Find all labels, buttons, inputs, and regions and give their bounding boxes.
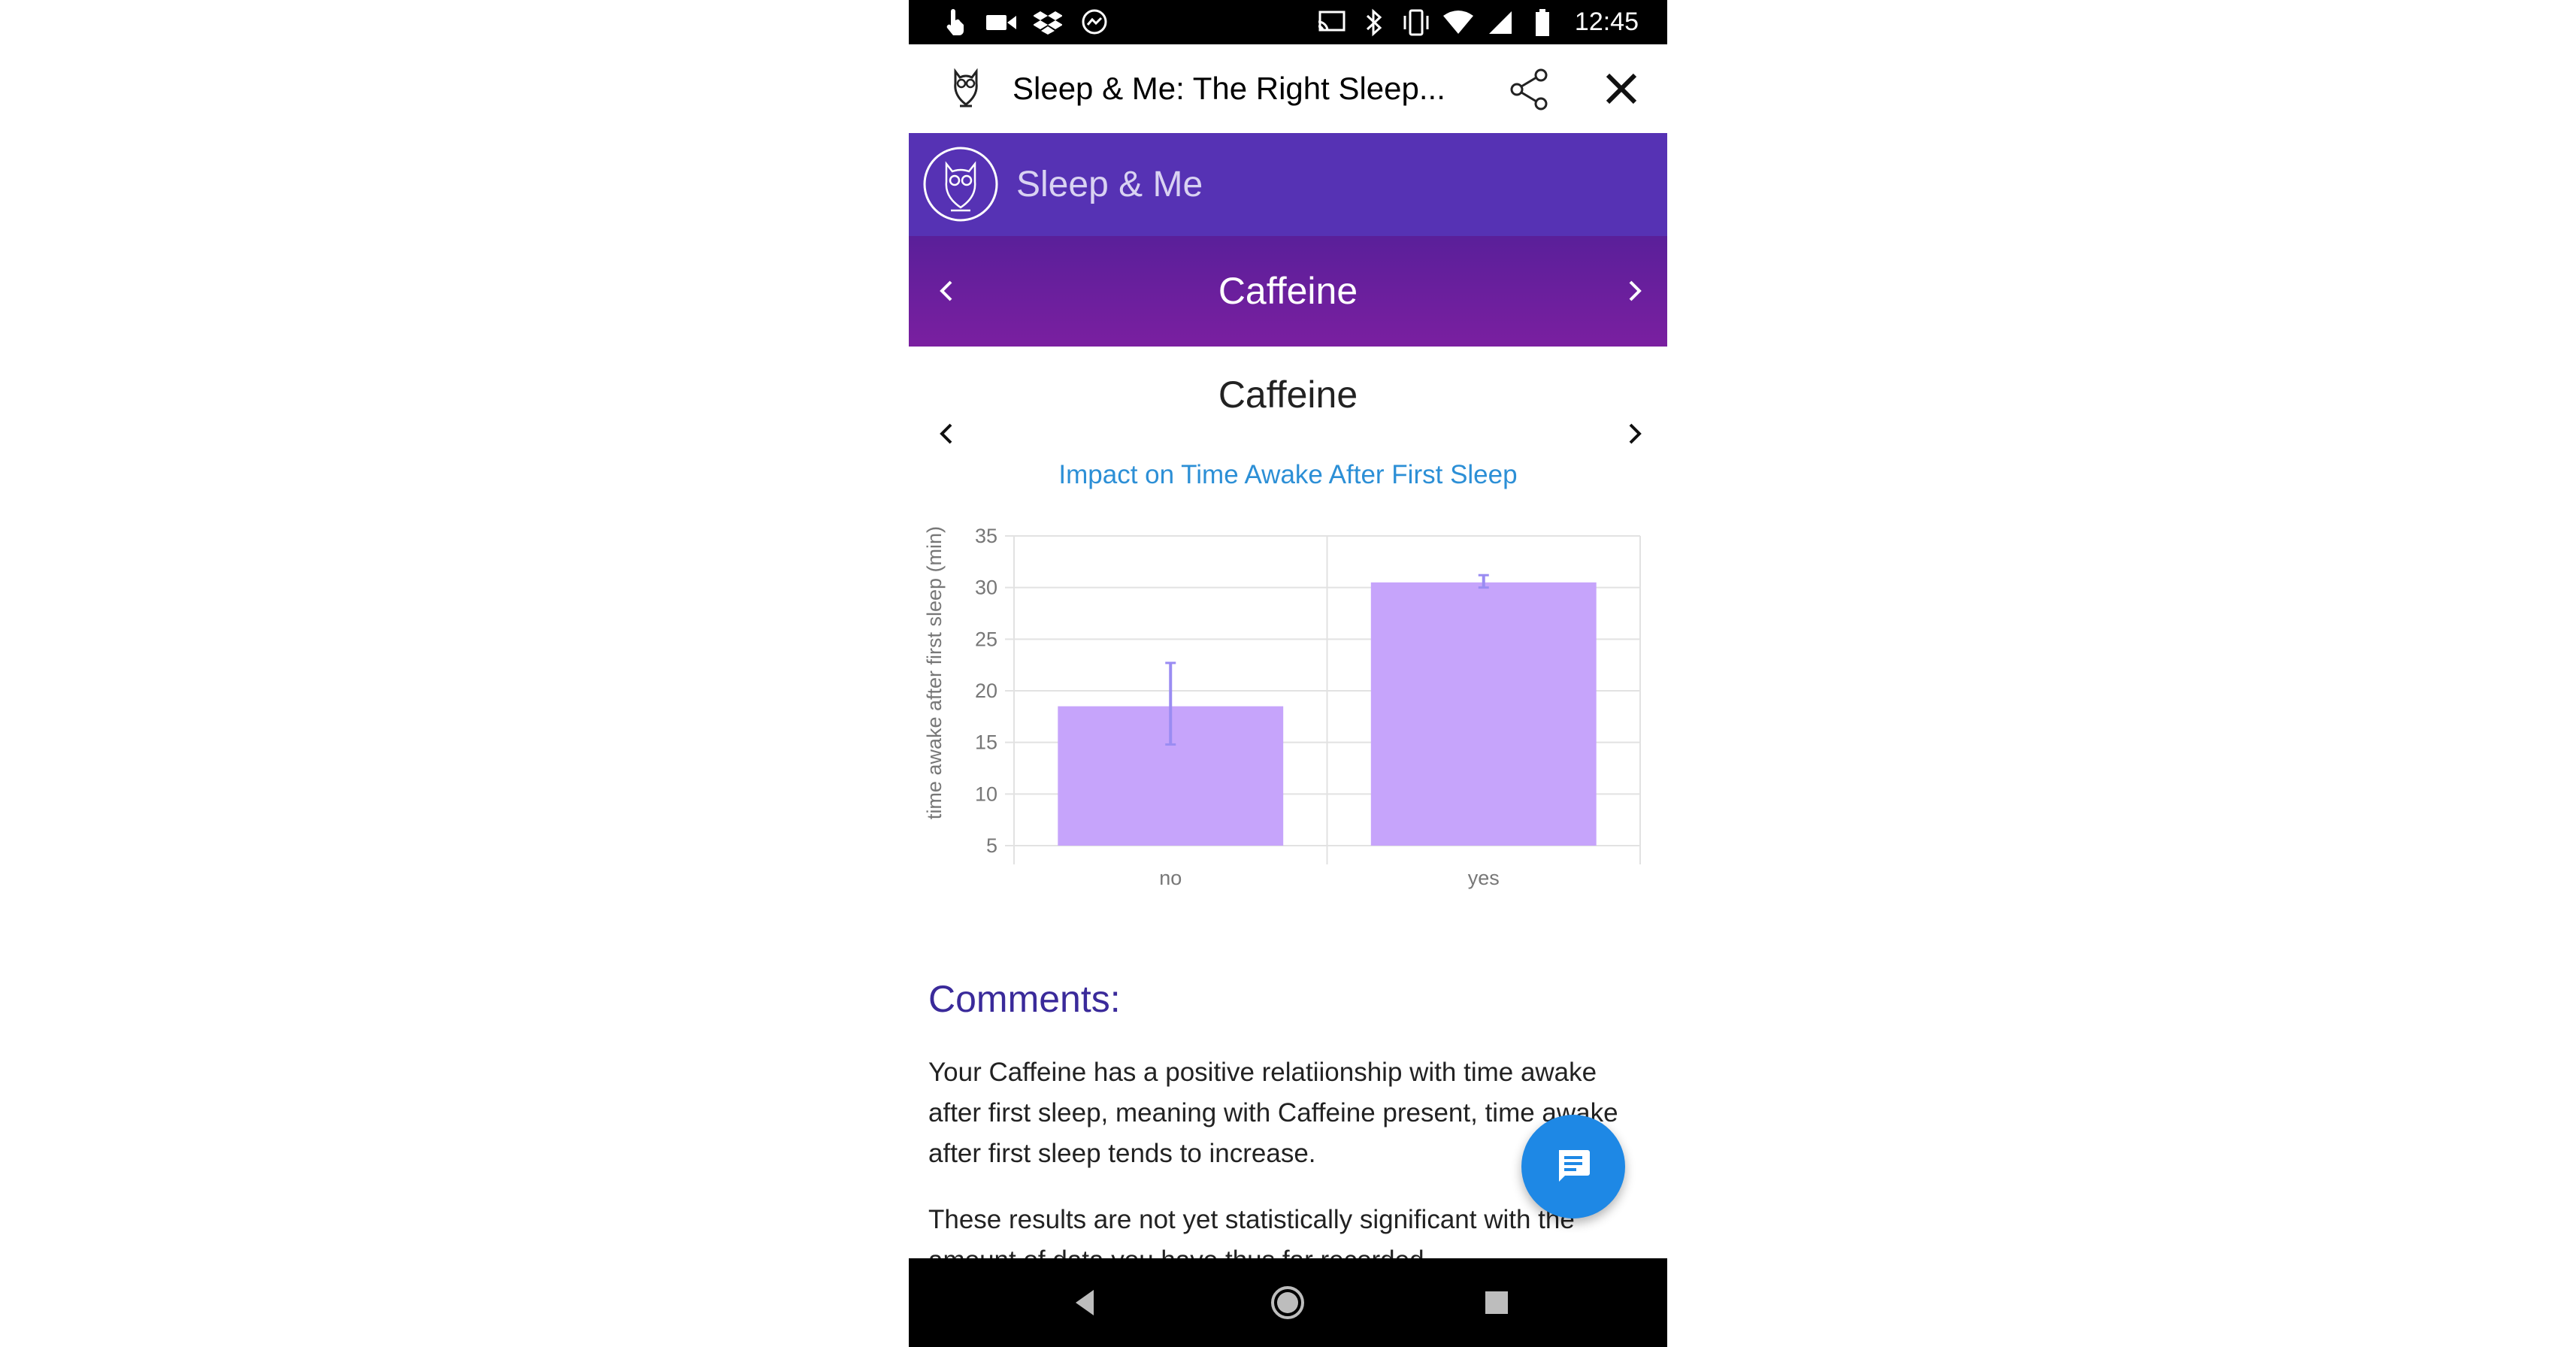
brand-bar: Sleep & Me (909, 133, 1667, 236)
y-tick-label: 35 (975, 525, 997, 547)
chart-subtitle: Impact on Time Awake After First Sleep (1058, 460, 1518, 489)
y-tick-label: 25 (975, 628, 997, 650)
wifi-icon (1442, 7, 1474, 38)
signal-icon (1485, 7, 1516, 38)
bar-yes (1370, 582, 1597, 846)
category-title: Caffeine (1218, 270, 1358, 312)
messenger-icon (1079, 7, 1110, 38)
close-icon[interactable] (1602, 69, 1641, 108)
cast-icon (1316, 7, 1348, 38)
recents-icon[interactable] (1478, 1284, 1515, 1321)
category-bar: Caffeine (909, 236, 1667, 347)
video-icon (985, 7, 1017, 38)
battery-icon (1527, 7, 1558, 38)
y-tick-label: 5 (986, 834, 997, 857)
back-icon[interactable] (1068, 1284, 1106, 1321)
chat-fab-button[interactable] (1521, 1115, 1625, 1218)
system-nav-bar (909, 1258, 1667, 1347)
content-title: Caffeine (1218, 374, 1358, 416)
y-axis-label: time awake after first sleep (min) (923, 526, 946, 819)
app-title: Sleep & Me: The Right Sleep... (1013, 71, 1445, 106)
phone-screen: 12:45 Sleep & Me: The Right Sleep... Sle… (909, 0, 1667, 1347)
vibrate-icon (1400, 7, 1432, 38)
chat-icon (1554, 1146, 1592, 1188)
status-left-icons (939, 0, 1110, 44)
dropbox-icon (1032, 7, 1064, 38)
bluetooth-icon (1358, 7, 1390, 38)
status-bar: 12:45 (909, 0, 1667, 44)
status-right-icons: 12:45 (1316, 0, 1639, 44)
x-tick-label: yes (1468, 867, 1500, 889)
y-tick-label: 10 (975, 782, 997, 805)
owl-logo-icon (951, 68, 981, 109)
category-next-icon[interactable] (1618, 274, 1651, 307)
comments-title: Comments: (928, 978, 1121, 1020)
chart-container: 5 10 15 20 25 30 35 no yes time awake after fir… (909, 511, 1667, 902)
home-icon[interactable] (1269, 1284, 1306, 1321)
chart-prev-icon[interactable] (930, 417, 963, 450)
x-tick-label: no (1159, 867, 1182, 889)
touch-icon (939, 7, 970, 38)
app-header: Sleep & Me: The Right Sleep... (909, 44, 1667, 133)
status-time: 12:45 (1574, 8, 1639, 36)
y-tick-label: 20 (975, 680, 997, 702)
brand-name: Sleep & Me (1016, 165, 1203, 204)
y-tick-label: 30 (975, 577, 997, 599)
chart-next-icon[interactable] (1618, 417, 1651, 450)
owl-brand-icon (922, 146, 999, 222)
bar-chart: 5 10 15 20 25 30 35 no yes time awake after fir… (923, 525, 1641, 889)
y-tick-label: 15 (975, 731, 997, 754)
share-icon[interactable] (1508, 68, 1551, 111)
